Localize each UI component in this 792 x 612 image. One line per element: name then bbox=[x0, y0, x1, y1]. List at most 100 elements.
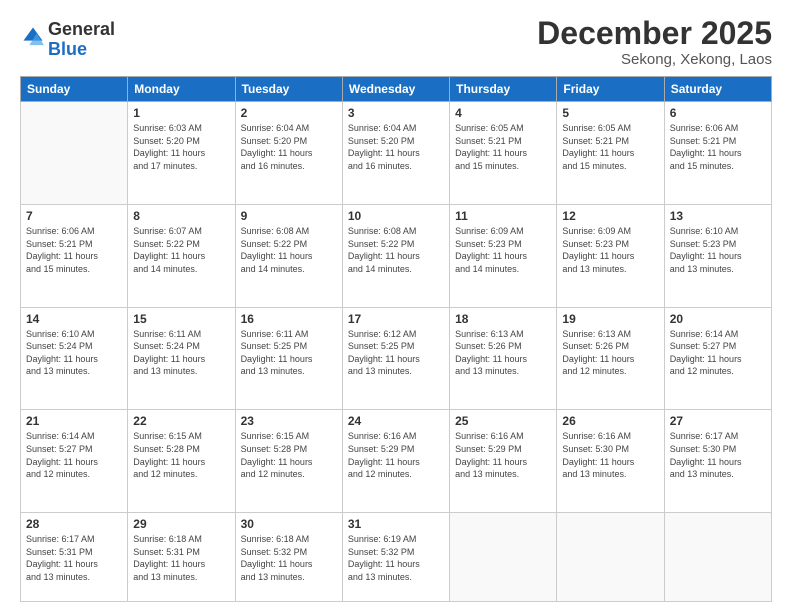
day-info: Sunrise: 6:19 AM Sunset: 5:32 PM Dayligh… bbox=[348, 533, 444, 583]
day-number: 7 bbox=[26, 209, 122, 223]
table-row: 25Sunrise: 6:16 AM Sunset: 5:29 PM Dayli… bbox=[450, 410, 557, 513]
table-row: 30 Sunrise: 6:18 AM Sunset: 5:32 PM Dayli… bbox=[235, 513, 342, 602]
table-row: 28 Sunrise: 6:17 AM Sunset: 5:31 PM Dayli… bbox=[21, 513, 128, 602]
day-number: 9 bbox=[241, 209, 337, 223]
table-row: 31 Sunrise: 6:19 AM Sunset: 5:32 PM Dayli… bbox=[342, 513, 449, 602]
title-block: December 2025 Sekong, Xekong, Laos bbox=[537, 16, 772, 68]
table-row bbox=[21, 102, 128, 205]
table-row: 26Sunrise: 6:16 AM Sunset: 5:30 PM Dayli… bbox=[557, 410, 664, 513]
table-row: 2 Sunrise: 6:04 AM Sunset: 5:20 PM Daylig… bbox=[235, 102, 342, 205]
table-row: 13 Sunrise: 6:10 AM Sunset: 5:23 PM Dayli… bbox=[664, 204, 771, 307]
day-number: 8 bbox=[133, 209, 229, 223]
day-info: Sunrise: 6:17 AM Sunset: 5:30 PM Dayligh… bbox=[670, 430, 766, 480]
col-saturday: Saturday bbox=[664, 77, 771, 102]
day-number: 16 bbox=[241, 312, 337, 326]
day-info: Sunrise: 6:08 AM Sunset: 5:22 PM Dayligh… bbox=[241, 225, 337, 275]
col-tuesday: Tuesday bbox=[235, 77, 342, 102]
day-number: 6 bbox=[670, 106, 766, 120]
day-info: Sunrise: 6:16 AM Sunset: 5:29 PM Dayligh… bbox=[455, 430, 551, 480]
day-number: 17 bbox=[348, 312, 444, 326]
day-info: Sunrise: 6:14 AM Sunset: 5:27 PM Dayligh… bbox=[26, 430, 122, 480]
month-title: December 2025 bbox=[537, 16, 772, 51]
logo-blue-text: Blue bbox=[48, 39, 87, 59]
day-number: 2 bbox=[241, 106, 337, 120]
logo: General Blue bbox=[20, 20, 115, 60]
day-number: 15 bbox=[133, 312, 229, 326]
day-info: Sunrise: 6:09 AM Sunset: 5:23 PM Dayligh… bbox=[455, 225, 551, 275]
page: General Blue December 2025 Sekong, Xekon… bbox=[0, 0, 792, 612]
header-row: Sunday Monday Tuesday Wednesday Thursday… bbox=[21, 77, 772, 102]
day-number: 30 bbox=[241, 517, 337, 531]
day-number: 23 bbox=[241, 414, 337, 428]
table-row: 4Sunrise: 6:05 AM Sunset: 5:21 PM Daylig… bbox=[450, 102, 557, 205]
table-row bbox=[664, 513, 771, 602]
day-number: 11 bbox=[455, 209, 551, 223]
table-row: 18 Sunrise: 6:13 AM Sunset: 5:26 PM Dayli… bbox=[450, 307, 557, 410]
table-row: 1 Sunrise: 6:03 AM Sunset: 5:20 PM Daylig… bbox=[128, 102, 235, 205]
table-row: 29Sunrise: 6:18 AM Sunset: 5:31 PM Dayli… bbox=[128, 513, 235, 602]
day-info: Sunrise: 6:03 AM Sunset: 5:20 PM Dayligh… bbox=[133, 122, 229, 172]
table-row: 21Sunrise: 6:14 AM Sunset: 5:27 PM Dayli… bbox=[21, 410, 128, 513]
day-number: 19 bbox=[562, 312, 658, 326]
location-subtitle: Sekong, Xekong, Laos bbox=[537, 51, 772, 68]
calendar-table: Sunday Monday Tuesday Wednesday Thursday… bbox=[20, 76, 772, 602]
table-row: 10 Sunrise: 6:08 AM Sunset: 5:22 PM Dayli… bbox=[342, 204, 449, 307]
day-number: 31 bbox=[348, 517, 444, 531]
day-info: Sunrise: 6:10 AM Sunset: 5:23 PM Dayligh… bbox=[670, 225, 766, 275]
day-info: Sunrise: 6:11 AM Sunset: 5:25 PM Dayligh… bbox=[241, 328, 337, 378]
day-number: 1 bbox=[133, 106, 229, 120]
logo-icon bbox=[22, 26, 44, 48]
day-info: Sunrise: 6:13 AM Sunset: 5:26 PM Dayligh… bbox=[455, 328, 551, 378]
table-row: 5 Sunrise: 6:05 AM Sunset: 5:21 PM Daylig… bbox=[557, 102, 664, 205]
col-thursday: Thursday bbox=[450, 77, 557, 102]
header: General Blue December 2025 Sekong, Xekon… bbox=[20, 16, 772, 68]
day-info: Sunrise: 6:04 AM Sunset: 5:20 PM Dayligh… bbox=[241, 122, 337, 172]
logo-general-text: General bbox=[48, 19, 115, 39]
day-number: 18 bbox=[455, 312, 551, 326]
day-number: 4 bbox=[455, 106, 551, 120]
table-row: 15Sunrise: 6:11 AM Sunset: 5:24 PM Dayli… bbox=[128, 307, 235, 410]
table-row: 3Sunrise: 6:04 AM Sunset: 5:20 PM Daylig… bbox=[342, 102, 449, 205]
table-row: 12Sunrise: 6:09 AM Sunset: 5:23 PM Dayli… bbox=[557, 204, 664, 307]
col-friday: Friday bbox=[557, 77, 664, 102]
table-row: 6 Sunrise: 6:06 AM Sunset: 5:21 PM Daylig… bbox=[664, 102, 771, 205]
day-info: Sunrise: 6:06 AM Sunset: 5:21 PM Dayligh… bbox=[670, 122, 766, 172]
day-number: 29 bbox=[133, 517, 229, 531]
day-info: Sunrise: 6:15 AM Sunset: 5:28 PM Dayligh… bbox=[241, 430, 337, 480]
table-row: 17 Sunrise: 6:12 AM Sunset: 5:25 PM Dayli… bbox=[342, 307, 449, 410]
table-row: 23 Sunrise: 6:15 AM Sunset: 5:28 PM Dayli… bbox=[235, 410, 342, 513]
day-info: Sunrise: 6:06 AM Sunset: 5:21 PM Dayligh… bbox=[26, 225, 122, 275]
day-info: Sunrise: 6:15 AM Sunset: 5:28 PM Dayligh… bbox=[133, 430, 229, 480]
col-monday: Monday bbox=[128, 77, 235, 102]
day-info: Sunrise: 6:07 AM Sunset: 5:22 PM Dayligh… bbox=[133, 225, 229, 275]
day-info: Sunrise: 6:14 AM Sunset: 5:27 PM Dayligh… bbox=[670, 328, 766, 378]
table-row: 20 Sunrise: 6:14 AM Sunset: 5:27 PM Dayli… bbox=[664, 307, 771, 410]
table-row: 19 Sunrise: 6:13 AM Sunset: 5:26 PM Dayli… bbox=[557, 307, 664, 410]
day-number: 10 bbox=[348, 209, 444, 223]
day-number: 28 bbox=[26, 517, 122, 531]
day-info: Sunrise: 6:16 AM Sunset: 5:29 PM Dayligh… bbox=[348, 430, 444, 480]
col-wednesday: Wednesday bbox=[342, 77, 449, 102]
day-info: Sunrise: 6:17 AM Sunset: 5:31 PM Dayligh… bbox=[26, 533, 122, 583]
table-row bbox=[450, 513, 557, 602]
day-number: 3 bbox=[348, 106, 444, 120]
table-row: 7 Sunrise: 6:06 AM Sunset: 5:21 PM Daylig… bbox=[21, 204, 128, 307]
day-number: 27 bbox=[670, 414, 766, 428]
day-info: Sunrise: 6:05 AM Sunset: 5:21 PM Dayligh… bbox=[562, 122, 658, 172]
day-number: 14 bbox=[26, 312, 122, 326]
day-number: 13 bbox=[670, 209, 766, 223]
day-number: 24 bbox=[348, 414, 444, 428]
table-row: 8 Sunrise: 6:07 AM Sunset: 5:22 PM Daylig… bbox=[128, 204, 235, 307]
table-row bbox=[557, 513, 664, 602]
day-info: Sunrise: 6:16 AM Sunset: 5:30 PM Dayligh… bbox=[562, 430, 658, 480]
day-number: 20 bbox=[670, 312, 766, 326]
table-row: 22Sunrise: 6:15 AM Sunset: 5:28 PM Dayli… bbox=[128, 410, 235, 513]
table-row: 14Sunrise: 6:10 AM Sunset: 5:24 PM Dayli… bbox=[21, 307, 128, 410]
day-number: 5 bbox=[562, 106, 658, 120]
table-row: 24 Sunrise: 6:16 AM Sunset: 5:29 PM Dayli… bbox=[342, 410, 449, 513]
day-info: Sunrise: 6:13 AM Sunset: 5:26 PM Dayligh… bbox=[562, 328, 658, 378]
day-info: Sunrise: 6:12 AM Sunset: 5:25 PM Dayligh… bbox=[348, 328, 444, 378]
day-info: Sunrise: 6:08 AM Sunset: 5:22 PM Dayligh… bbox=[348, 225, 444, 275]
table-row: 16 Sunrise: 6:11 AM Sunset: 5:25 PM Dayli… bbox=[235, 307, 342, 410]
day-info: Sunrise: 6:18 AM Sunset: 5:32 PM Dayligh… bbox=[241, 533, 337, 583]
